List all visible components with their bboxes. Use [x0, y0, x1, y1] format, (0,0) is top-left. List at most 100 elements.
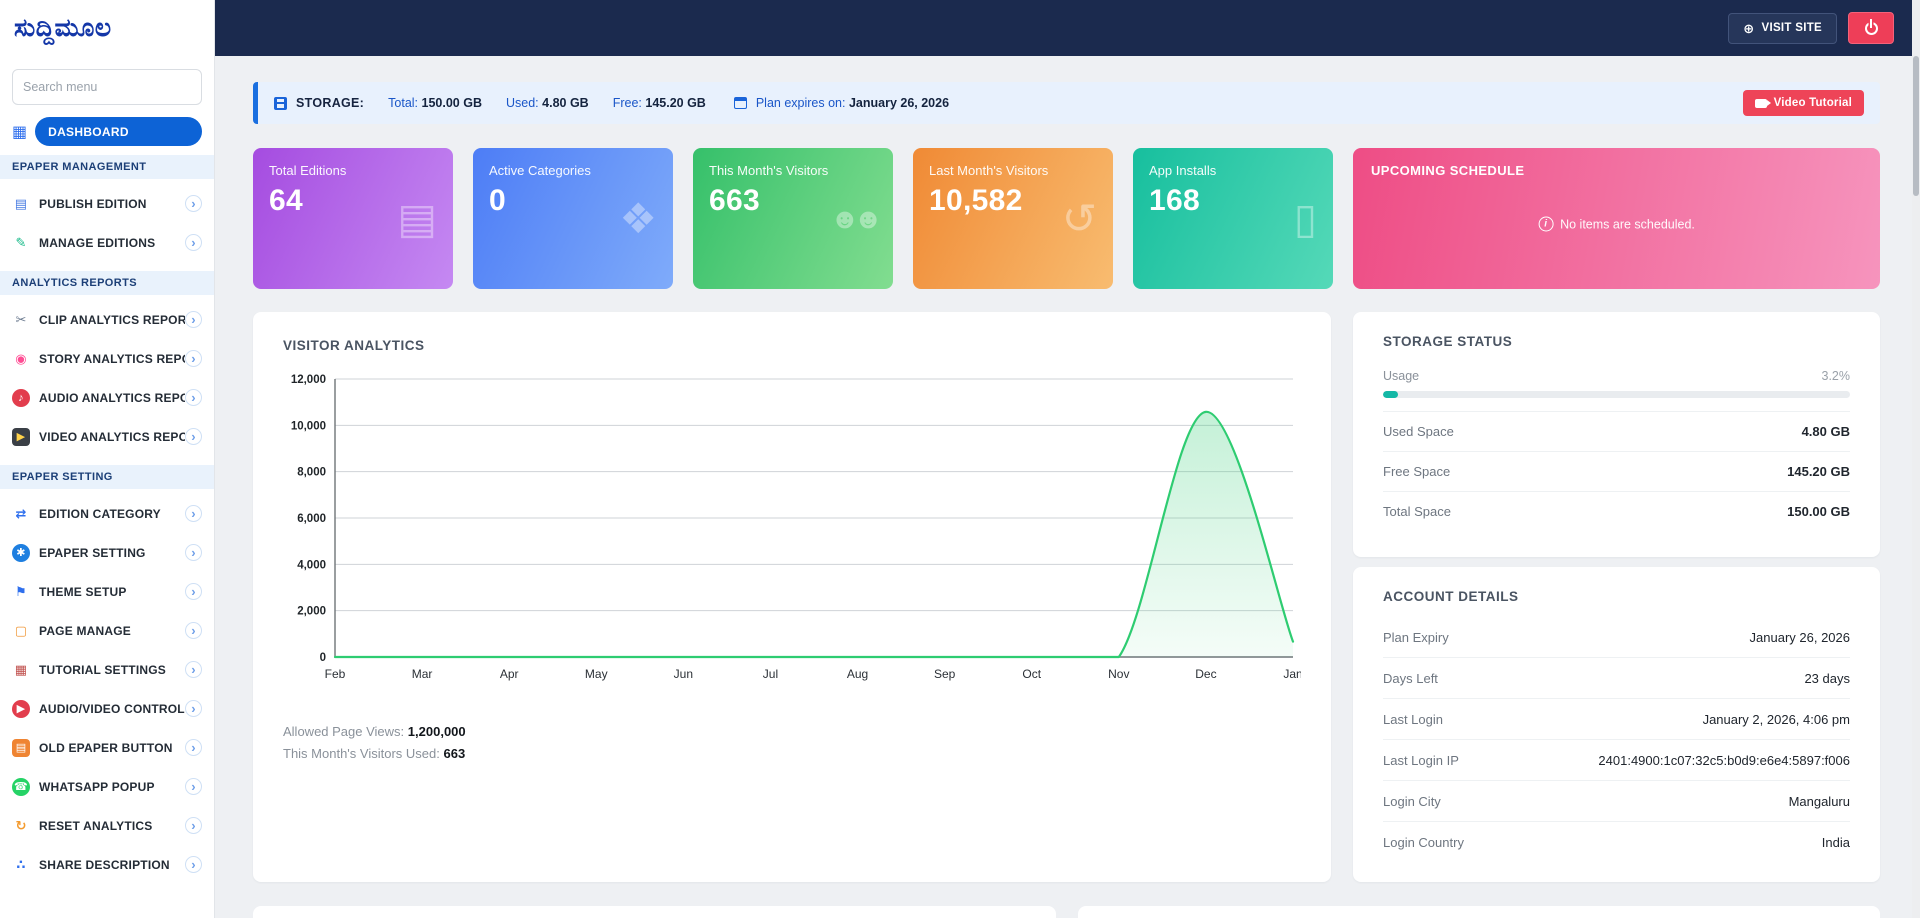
mobile-phone-icon: ▯: [1294, 198, 1317, 240]
svg-text:10,000: 10,000: [291, 420, 326, 432]
usage-label: Usage: [1383, 369, 1419, 383]
video-camera-icon: [1755, 99, 1767, 108]
account-details-card: ACCOUNT DETAILS Plan ExpiryJanuary 26, 2…: [1353, 567, 1880, 882]
svg-text:12,000: 12,000: [291, 374, 326, 386]
schedule-title: UPCOMING SCHEDULE: [1371, 163, 1862, 178]
storage-status-row-used-space: Used Space4.80 GB: [1383, 411, 1850, 451]
sidebar-item-whatsapp-popup[interactable]: ☎WHATSAPP POPUP›: [0, 767, 214, 806]
svg-text:Nov: Nov: [1108, 667, 1129, 681]
account-details-value: 2401:4900:1c07:32c5:b0d9:e6e4:5897:f006: [1598, 753, 1850, 768]
storage-status-label: Used Space: [1383, 424, 1454, 439]
sidebar-item-share-description[interactable]: ∴SHARE DESCRIPTION›: [0, 845, 214, 884]
stat-card-last-month-s-visitors: Last Month's Visitors10,582↺: [913, 148, 1113, 289]
sidebar-item-label: PAGE MANAGE: [39, 624, 185, 638]
sidebar-item-edition-category[interactable]: ⇄EDITION CATEGORY›: [0, 494, 214, 533]
video-tutorial-button[interactable]: Video Tutorial: [1743, 90, 1864, 116]
page-scrollbar-track[interactable]: [1912, 0, 1920, 918]
storage-total: Total: 150.00 GB: [388, 96, 482, 110]
sidebar-item-theme-setup[interactable]: ⚑THEME SETUP›: [0, 572, 214, 611]
usage-progress-fill: [1383, 391, 1398, 398]
account-details-row-last-login-ip: Last Login IP2401:4900:1c07:32c5:b0d9:e6…: [1383, 739, 1850, 780]
logout-power-button[interactable]: [1848, 12, 1894, 44]
page-manage-icon: ▢: [12, 622, 30, 640]
storage-free: Free: 145.20 GB: [613, 96, 706, 110]
sidebar-item-story-analytics-report[interactable]: ◉ STORY ANALYTICS REPORT›: [0, 339, 214, 378]
schedule-empty-text: No items are scheduled.: [1560, 217, 1695, 231]
sidebar-item-old-epaper-button[interactable]: ▤OLD EPAPER BUTTON›: [0, 728, 214, 767]
storage-bar-title: STORAGE:: [296, 96, 364, 110]
storage-status-label: Total Space: [1383, 504, 1451, 519]
chevron-right-icon: ›: [185, 661, 202, 678]
sidebar-item-label: STORY ANALYTICS REPORT: [39, 352, 185, 366]
account-details-row-login-country: Login Country India: [1383, 821, 1850, 862]
chevron-right-icon: ›: [185, 311, 202, 328]
sidebar-item-label: CLIP ANALYTICS REPORT: [39, 313, 185, 327]
audio-analytics-icon: ♪: [12, 389, 30, 407]
visit-site-button[interactable]: ⊕ VISIT SITE: [1728, 13, 1837, 44]
people-icon: ☻☻: [830, 205, 877, 233]
account-details-value: India: [1822, 835, 1850, 850]
sidebar-item-epaper-setting[interactable]: ✱EPAPER SETTING›: [0, 533, 214, 572]
info-icon: i: [1538, 217, 1553, 232]
app-window: ಸುದ್ದಿಮೂಲ ▦ DASHBOARD EPAPER MANAGEMENT▤…: [0, 0, 1920, 918]
usage-row: Usage 3.2%: [1383, 369, 1850, 383]
account-details-label: Plan Expiry: [1383, 630, 1449, 645]
sidebar-item-label: TUTORIAL SETTINGS: [39, 663, 185, 677]
chevron-right-icon: ›: [185, 428, 202, 445]
stat-card-app-installs: App Installs168▯: [1133, 148, 1333, 289]
account-details-row-days-left: Days Left 23 days: [1383, 657, 1850, 698]
theme-setup-icon: ⚑: [12, 583, 30, 601]
sidebar-item-label: WHATSAPP POPUP: [39, 780, 185, 794]
svg-text:4,000: 4,000: [297, 559, 326, 571]
page-scrollbar-thumb[interactable]: [1913, 56, 1919, 196]
sidebar-item-label: PUBLISH EDITION: [39, 197, 185, 211]
account-details-value: 23 days: [1804, 671, 1850, 686]
sidebar-nav: EPAPER MANAGEMENT▤PUBLISH EDITION›✎MANAG…: [0, 155, 214, 884]
bottom-card-left: [253, 906, 1056, 918]
account-details-label: Login Country: [1383, 835, 1464, 850]
sidebar-item-manage-editions[interactable]: ✎MANAGE EDITIONS›: [0, 223, 214, 262]
sidebar-section-title-analytics-reports: ANALYTICS REPORTS: [0, 271, 214, 295]
svg-text:6,000: 6,000: [297, 513, 326, 525]
svg-text:Jun: Jun: [674, 667, 693, 681]
brand-logo-text: ಸುದ್ದಿಮೂಲ: [14, 14, 112, 43]
account-details-label: Days Left: [1383, 671, 1438, 686]
sidebar-item-audio-analytics-report[interactable]: ♪AUDIO ANALYTICS REPORT›: [0, 378, 214, 417]
sidebar-item-label: EDITION CATEGORY: [39, 507, 185, 521]
svg-text:0: 0: [320, 652, 326, 664]
stat-cards-row: Total Editions64▤Active Categories0❖This…: [253, 148, 1880, 289]
chevron-right-icon: ›: [185, 350, 202, 367]
storage-used: Used: 4.80 GB: [506, 96, 589, 110]
svg-text:Mar: Mar: [412, 667, 433, 681]
stat-card-label: This Month's Visitors: [709, 163, 877, 178]
video-analytics-icon: ▶: [12, 428, 30, 446]
svg-text:Aug: Aug: [847, 667, 868, 681]
sidebar-item-tutorial-settings[interactable]: ▦TUTORIAL SETTINGS›: [0, 650, 214, 689]
story-analytics-icon: ◉: [12, 350, 30, 368]
topbar: ⊕ VISIT SITE: [214, 0, 1920, 56]
visit-site-label: VISIT SITE: [1761, 22, 1822, 34]
svg-text:Oct: Oct: [1022, 667, 1041, 681]
sidebar-item-dashboard[interactable]: ▦ DASHBOARD: [12, 117, 202, 146]
sidebar-item-reset-analytics[interactable]: ↻RESET ANALYTICS›: [0, 806, 214, 845]
dashboard-icon: ▦: [12, 122, 27, 142]
sidebar-item-page-manage[interactable]: ▢PAGE MANAGE›: [0, 611, 214, 650]
storage-status-card: STORAGE STATUS Usage 3.2% Used Space4.80…: [1353, 312, 1880, 557]
sidebar-item-label: VIDEO ANALYTICS REPORT: [39, 430, 185, 444]
sidebar-item-video-analytics-report[interactable]: ▶ VIDEO ANALYTICS REPORT›: [0, 417, 214, 456]
sidebar-item-label: OLD EPAPER BUTTON: [39, 741, 185, 755]
sidebar-item-publish-edition[interactable]: ▤PUBLISH EDITION›: [0, 184, 214, 223]
sidebar-item-audio-video-control[interactable]: ▶AUDIO/VIDEO CONTROL›: [0, 689, 214, 728]
schedule-empty-state: i No items are scheduled.: [1538, 217, 1695, 232]
account-rows: Plan ExpiryJanuary 26, 2026Days Left23 d…: [1383, 617, 1850, 862]
sidebar-section-title-epaper-setting: EPAPER SETTING: [0, 465, 214, 489]
account-details-title: ACCOUNT DETAILS: [1383, 589, 1850, 604]
sidebar-item-clip-analytics-report[interactable]: ✂CLIP ANALYTICS REPORT›: [0, 300, 214, 339]
storage-rows: Used Space4.80 GBFree Space145.20 GBTota…: [1383, 411, 1850, 531]
sidebar-search-input[interactable]: [12, 69, 202, 105]
manage-editions-icon: ✎: [12, 234, 30, 252]
publish-edition-icon: ▤: [12, 195, 30, 213]
stat-card-active-categories: Active Categories0❖: [473, 148, 673, 289]
sidebar-item-label: AUDIO ANALYTICS REPORT: [39, 391, 185, 405]
sidebar-item-label: RESET ANALYTICS: [39, 819, 185, 833]
